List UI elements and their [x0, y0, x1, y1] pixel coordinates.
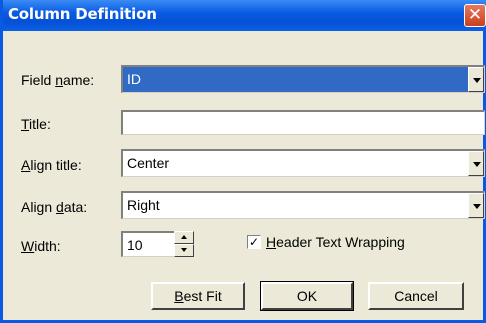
- dialog-window: Column Definition ✕ Field name: ID Title…: [0, 0, 486, 323]
- width-value: 10: [127, 237, 143, 253]
- window-title: Column Definition: [8, 5, 157, 23]
- spin-down-icon[interactable]: [174, 244, 194, 257]
- width-spinner[interactable]: [174, 231, 194, 257]
- width-label: Width:: [21, 238, 61, 254]
- ok-button[interactable]: OK: [260, 281, 354, 311]
- title-label: Title:: [21, 116, 51, 132]
- align-data-value: Right: [127, 197, 160, 213]
- field-name-label: Field name:: [21, 72, 95, 88]
- align-data-dropdown[interactable]: Right: [121, 191, 485, 219]
- width-input[interactable]: 10: [121, 231, 175, 257]
- cancel-button[interactable]: Cancel: [368, 282, 464, 310]
- close-icon[interactable]: ✕: [464, 4, 486, 27]
- align-title-dropdown[interactable]: Center: [121, 149, 485, 177]
- dropdown-arrow-icon[interactable]: [468, 151, 484, 176]
- field-name-dropdown[interactable]: ID: [121, 65, 485, 93]
- header-wrap-checkbox[interactable]: ✓: [247, 235, 261, 249]
- align-title-value: Center: [127, 155, 170, 171]
- align-title-label: Align title:: [21, 157, 82, 173]
- dropdown-arrow-icon[interactable]: [468, 67, 484, 92]
- align-data-label: Align data:: [21, 199, 88, 215]
- spin-up-icon[interactable]: [174, 231, 194, 244]
- header-wrap-label[interactable]: Header Text Wrapping: [266, 234, 405, 250]
- checkmark-icon: ✓: [248, 235, 260, 249]
- title-input[interactable]: [121, 110, 485, 135]
- dropdown-arrow-icon[interactable]: [468, 193, 484, 218]
- best-fit-button[interactable]: Best Fit: [151, 282, 245, 310]
- field-name-value: ID: [125, 71, 143, 87]
- title-bar[interactable]: Column Definition ✕: [3, 0, 486, 31]
